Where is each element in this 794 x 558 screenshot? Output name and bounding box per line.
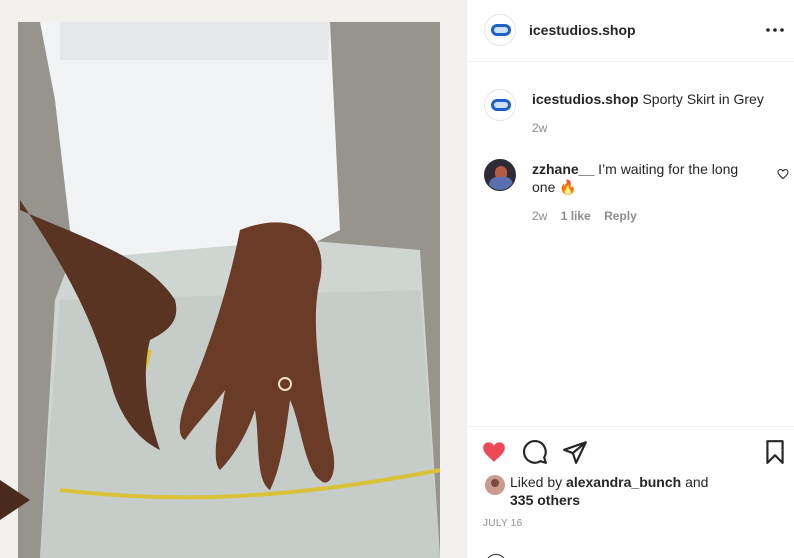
comment-age: 2w	[532, 209, 548, 223]
heart-outline-icon[interactable]	[777, 168, 789, 180]
heart-icon[interactable]	[481, 439, 507, 465]
commenter-avatar[interactable]	[484, 159, 516, 191]
likes-summary: Liked by alexandra_bunch and 335 others	[510, 473, 750, 509]
share-icon[interactable]	[562, 439, 588, 465]
brand-logo-icon	[491, 24, 511, 36]
comment-likes-link[interactable]: 1 like	[561, 209, 591, 223]
action-bar: Liked by alexandra_bunch and 335 others …	[467, 426, 794, 558]
post-image[interactable]	[0, 0, 466, 558]
avatar-body	[489, 177, 513, 190]
brand-logo-icon	[491, 99, 511, 111]
post-header: icestudios.shop	[467, 0, 794, 62]
caption-username[interactable]: icestudios.shop	[532, 91, 639, 107]
liker-avatar[interactable]	[485, 475, 505, 495]
comment: zzhane__ I’m waiting for the long one 🔥	[532, 160, 747, 196]
post-photo[interactable]	[0, 0, 466, 558]
account-avatar[interactable]	[484, 14, 516, 46]
emoji-icon[interactable]	[485, 554, 507, 558]
post-date[interactable]: JULY 16	[483, 518, 523, 529]
likes-middle: and	[681, 474, 709, 490]
post-sidebar: icestudios.shop icestudios.shop Sporty S…	[466, 0, 794, 558]
reply-button[interactable]: Reply	[604, 209, 637, 223]
caption-text: Sporty Skirt in Grey	[638, 91, 764, 107]
account-username[interactable]: icestudios.shop	[529, 22, 636, 38]
comment-meta: 2w 1 like Reply	[532, 209, 647, 223]
bookmark-icon[interactable]	[762, 439, 788, 465]
post-caption: icestudios.shop Sporty Skirt in Grey	[532, 90, 782, 108]
more-options-icon[interactable]	[763, 18, 787, 42]
caption-avatar[interactable]	[484, 89, 516, 121]
likes-others-link[interactable]: 335 others	[510, 492, 580, 508]
likes-prefix: Liked by	[510, 474, 567, 490]
liker-username[interactable]: alexandra_bunch	[566, 474, 681, 490]
comment-username[interactable]: zzhane__	[532, 161, 594, 177]
comment-icon[interactable]	[522, 439, 548, 465]
caption-age: 2w	[532, 121, 548, 135]
